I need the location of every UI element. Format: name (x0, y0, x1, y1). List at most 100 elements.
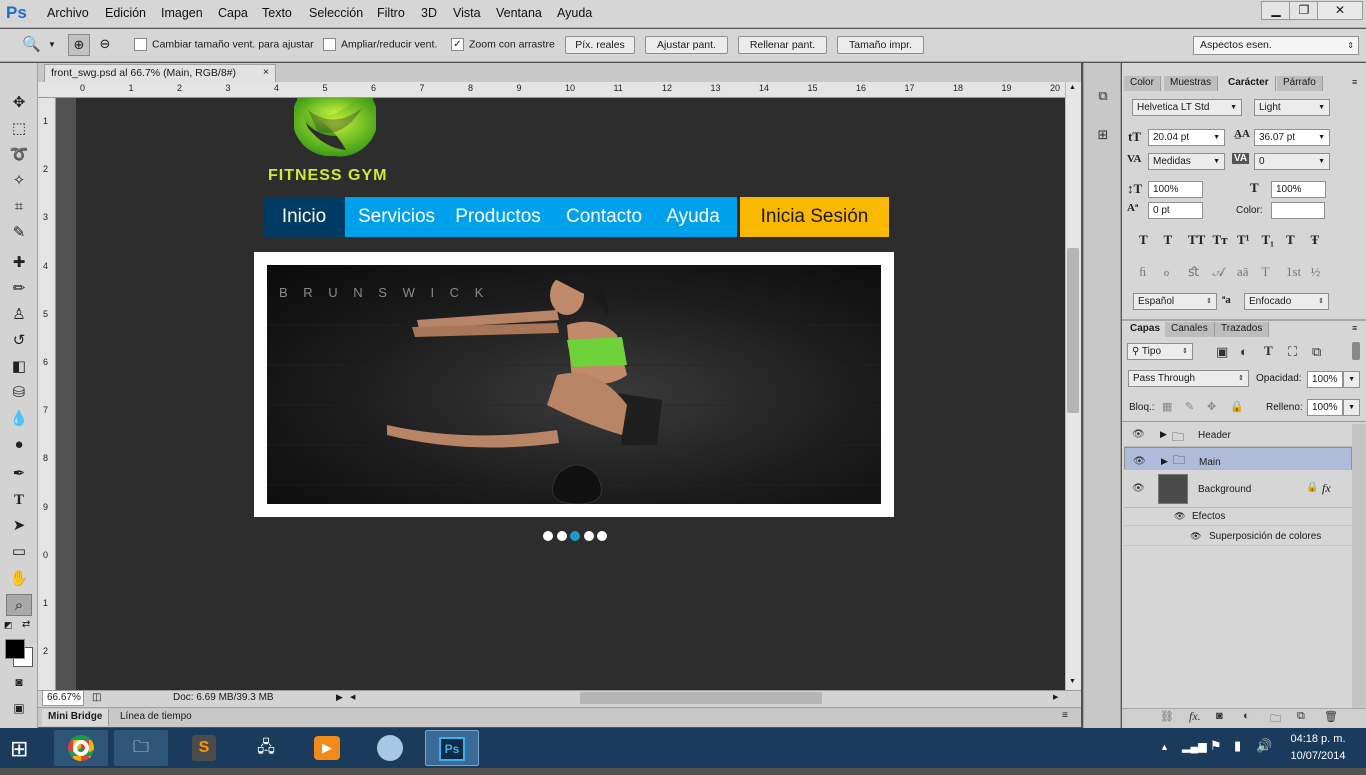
effects-row[interactable]: 👁 Efectos (1124, 508, 1352, 526)
horizontal-scroll-thumb[interactable] (580, 692, 822, 704)
volume-icon[interactable]: 🔊 (1256, 738, 1272, 754)
actual-pixels-button[interactable]: Píx. reales (565, 36, 635, 54)
scrubby-zoom-option[interactable]: ✓ Zoom con arrastre (451, 38, 555, 51)
visibility-eye-icon[interactable]: 👁 (1132, 429, 1145, 440)
history-panel-icon[interactable]: ⧉ (1093, 88, 1113, 104)
path-selection-tool-icon[interactable]: ➤ (6, 515, 32, 537)
layer-filter-select[interactable]: ⚲ Tipo ⇕ (1127, 343, 1193, 360)
resize-windows-option[interactable]: Cambiar tamaño vent. para ajustar (134, 38, 314, 51)
effect-item-row[interactable]: 👁 Superposición de colores (1124, 527, 1352, 546)
tab-timeline[interactable]: Línea de tiempo (114, 709, 198, 726)
status-icon[interactable]: ◫ (92, 692, 101, 703)
zoom-level-field[interactable]: 66.67% (42, 690, 84, 706)
zoom-tool-icon[interactable]: 🔍 (22, 35, 41, 53)
opentype-feature-button[interactable]: ℴ (1164, 264, 1170, 280)
font-family-select[interactable]: Helvetica LT Std ▼ (1132, 99, 1242, 116)
effect-eye-icon[interactable]: 👁 (1190, 531, 1201, 542)
chrome-icon[interactable] (54, 730, 108, 766)
adjustment-layer-icon[interactable]: ◐ (1243, 710, 1250, 722)
add-mask-icon[interactable]: ◙ (1216, 710, 1223, 722)
eyedropper-tool-icon[interactable]: ✎ (6, 222, 32, 244)
horizontal-scale-field[interactable]: 100% (1271, 181, 1326, 198)
brush-tool-icon[interactable]: ✏ (6, 278, 32, 300)
windows-start-icon[interactable]: ⊞ (10, 736, 28, 762)
photoshop-taskbar-icon[interactable]: Ps (425, 730, 479, 766)
panel-menu-icon[interactable]: ≡ (1352, 323, 1357, 333)
sublime-text-icon[interactable]: S (177, 730, 231, 766)
login-button[interactable]: Inicia Sesión (740, 197, 889, 237)
vertical-scroll-thumb[interactable] (1067, 248, 1079, 413)
language-select[interactable]: Español ⇕ (1133, 293, 1217, 310)
menu-seleccion[interactable]: Selección (309, 6, 363, 20)
screen-mode-icon[interactable]: ▣ (6, 697, 32, 719)
move-tool-icon[interactable]: ✥ (6, 92, 32, 114)
restore-button[interactable]: ❐ (1289, 1, 1319, 20)
tab-swatches[interactable]: Muestras (1164, 76, 1219, 91)
network-app-icon[interactable]: 🖧 (239, 730, 293, 766)
tab-paths[interactable]: Trazados (1215, 322, 1270, 337)
layer-row-main[interactable]: 👁 ▶ 🗀 Main (1124, 447, 1352, 470)
kerning-select[interactable]: Medidas ▼ (1148, 153, 1225, 170)
blend-mode-select[interactable]: Pass Through ⇕ (1128, 370, 1249, 387)
text-style-button[interactable]: T¹ (1237, 232, 1250, 248)
pen-tool-icon[interactable]: ✒ (6, 463, 32, 485)
fx-icon[interactable]: fx (1322, 481, 1331, 496)
tab-color[interactable]: Color (1124, 76, 1161, 91)
fill-dropdown[interactable]: ▼ (1343, 399, 1360, 416)
font-size-select[interactable]: 20.04 pt ▼ (1148, 129, 1225, 146)
slider-dot[interactable] (543, 531, 553, 541)
panel-menu-icon[interactable]: ≡ (1352, 77, 1357, 87)
quick-mask-icon[interactable]: ◙ (6, 671, 32, 693)
add-style-icon[interactable]: fx. (1189, 709, 1201, 724)
crop-tool-icon[interactable]: ⌗ (6, 196, 32, 218)
expand-arrow-icon[interactable]: ▶ (1160, 429, 1167, 440)
effects-eye-icon[interactable]: 👁 (1174, 511, 1185, 522)
nav-contacto[interactable]: Contacto (554, 197, 654, 237)
delete-layer-icon[interactable]: 🗑 (1324, 710, 1338, 723)
swap-colors-icon[interactable]: ⇄ (22, 619, 30, 630)
slider-dot[interactable] (597, 531, 607, 541)
text-color-swatch[interactable] (1271, 202, 1325, 219)
blur-tool-icon[interactable]: 💧 (6, 408, 32, 430)
antialias-select[interactable]: Enfocado ⇕ (1244, 293, 1329, 310)
scroll-down-icon[interactable]: ▼ (1069, 678, 1076, 685)
font-style-select[interactable]: Light ▼ (1254, 99, 1330, 116)
marquee-tool-icon[interactable]: ⬚ (6, 118, 32, 140)
menu-ventana[interactable]: Ventana (496, 6, 542, 20)
lock-transparent-icon[interactable]: ▦ (1162, 400, 1172, 413)
file-explorer-icon[interactable]: 🗀 (114, 730, 168, 766)
menu-edicion[interactable]: Edición (105, 6, 146, 20)
document-tab[interactable]: front_swg.psd al 66.7% (Main, RGB/8#) × (44, 64, 276, 82)
tracking-select[interactable]: 0 ▼ (1254, 153, 1330, 170)
visibility-eye-icon[interactable]: 👁 (1132, 483, 1145, 494)
opentype-feature-button[interactable]: ½ (1311, 264, 1321, 280)
status-menu-arrow-icon[interactable]: ▶ (336, 692, 343, 703)
resize-checkbox[interactable] (134, 38, 147, 51)
tab-channels[interactable]: Canales (1165, 322, 1215, 337)
menu-imagen[interactable]: Imagen (161, 6, 203, 20)
visibility-eye-icon[interactable]: 👁 (1133, 453, 1146, 470)
opentype-feature-button[interactable]: 1st (1286, 264, 1301, 280)
fit-screen-button[interactable]: Ajustar pant. (645, 36, 728, 54)
scroll-right-icon[interactable]: ▶ (1053, 693, 1058, 701)
media-player-icon[interactable]: ▶ (300, 730, 354, 766)
type-filter-icon[interactable]: T (1264, 343, 1273, 359)
action-center-icon[interactable]: ⚑ (1210, 738, 1222, 754)
lock-position-icon[interactable]: ✥ (1207, 400, 1216, 413)
lock-pixels-icon[interactable]: ✎ (1185, 400, 1194, 413)
lasso-tool-icon[interactable]: ➰ (6, 144, 32, 166)
opentype-feature-button[interactable]: ﬁ (1139, 264, 1146, 280)
menu-vista[interactable]: Vista (453, 6, 481, 20)
vertical-scale-field[interactable]: 100% (1148, 181, 1203, 198)
eraser-tool-icon[interactable]: ◧ (6, 356, 32, 378)
text-style-button[interactable]: Tт (1213, 232, 1228, 248)
foreground-color-swatch[interactable] (5, 639, 25, 659)
fill-screen-button[interactable]: Rellenar pant. (738, 36, 827, 54)
zoom-in-icon[interactable]: ⊕ (68, 34, 90, 56)
adjustment-filter-icon[interactable]: ◐ (1240, 344, 1248, 359)
shape-filter-icon[interactable]: ⛶ (1288, 344, 1297, 360)
zoom-all-checkbox[interactable] (323, 38, 336, 51)
menu-filtro[interactable]: Filtro (377, 6, 405, 20)
text-style-button[interactable]: T (1164, 232, 1173, 248)
slider-dot[interactable] (570, 531, 580, 541)
